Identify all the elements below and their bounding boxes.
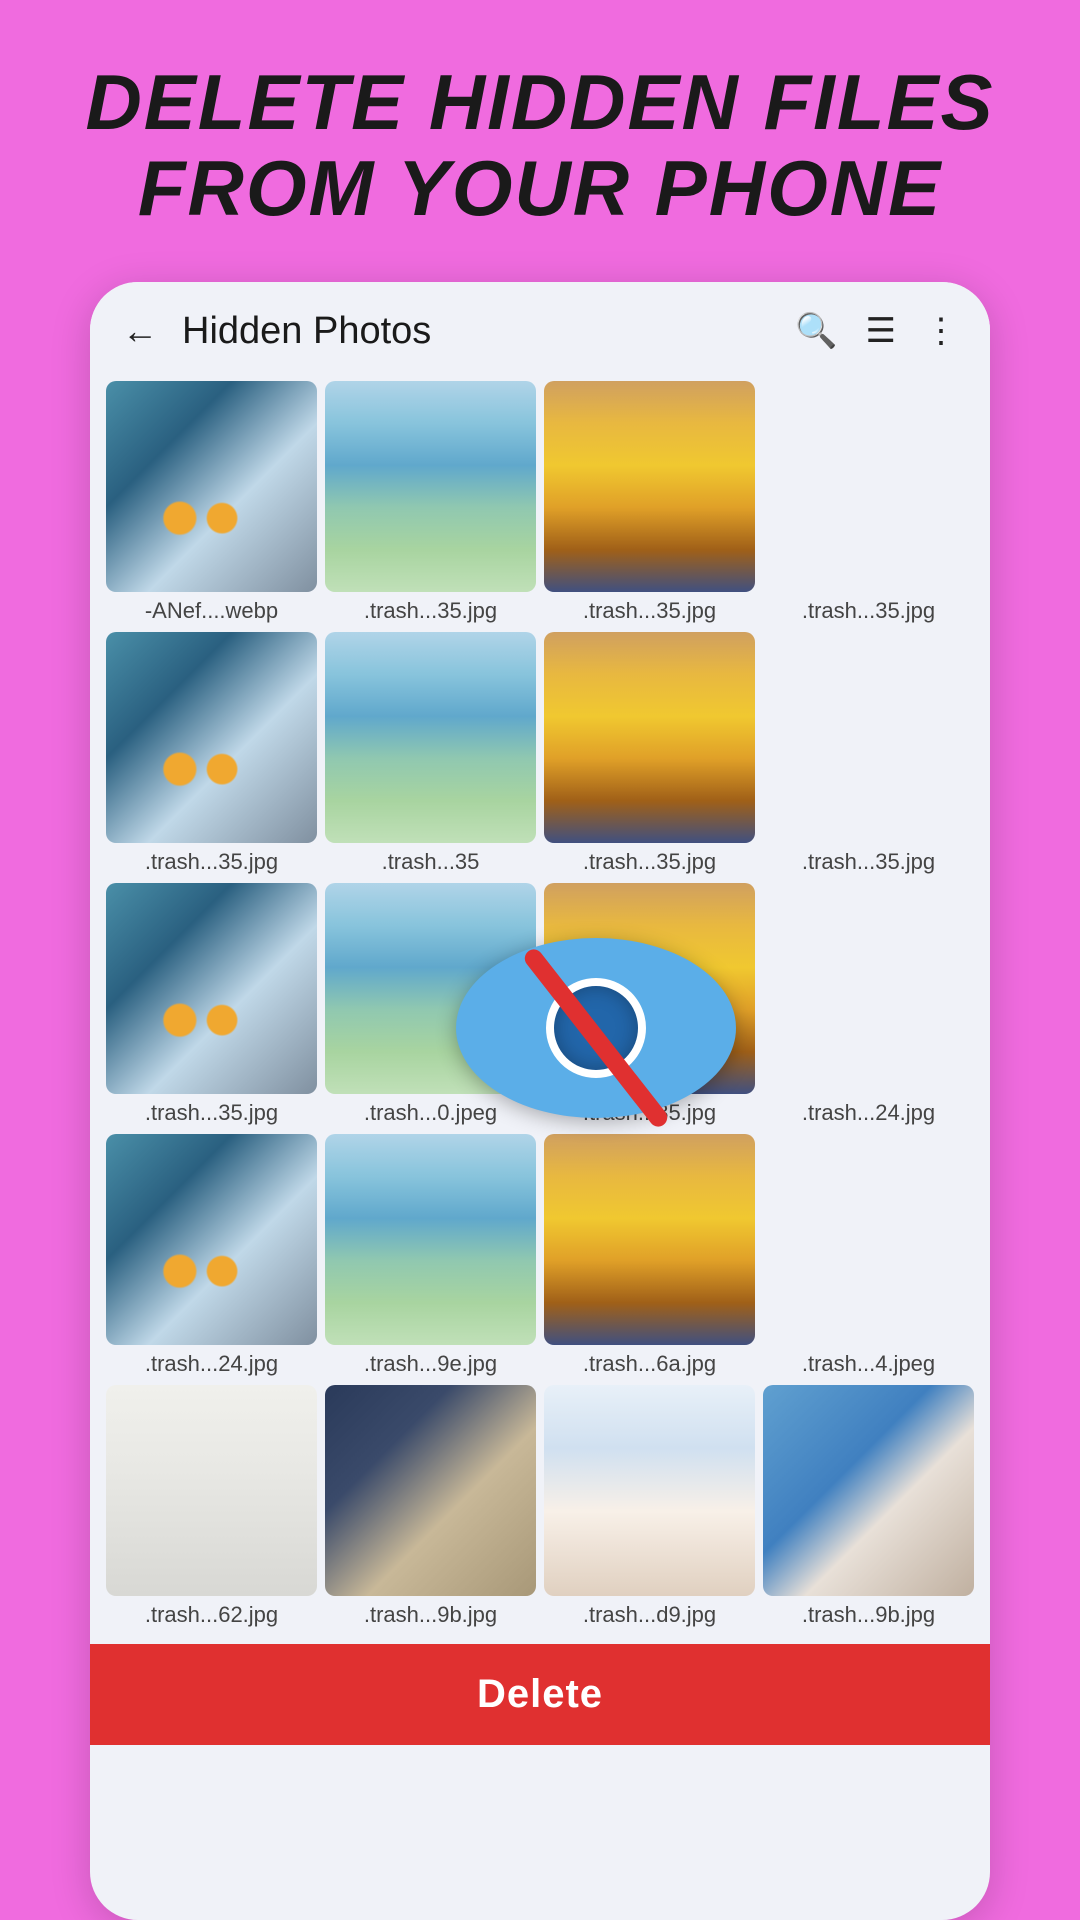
photo-thumbnail (544, 1385, 755, 1596)
back-button[interactable]: ← (122, 310, 158, 352)
photo-thumbnail (325, 632, 536, 843)
list-item[interactable]: .trash...35.jpg (763, 632, 974, 875)
photo-filename: .trash...35.jpg (106, 1100, 317, 1126)
header-actions: 🔍 ☰ ⋮ (795, 311, 958, 351)
photo-thumbnail (106, 883, 317, 1094)
photo-filename: .trash...35.jpg (325, 598, 536, 624)
list-item[interactable]: .trash...35.jpg (544, 381, 755, 624)
photo-thumbnail (763, 632, 974, 843)
photo-filename: .trash...0.jpeg (325, 1100, 536, 1126)
photo-filename: .trash...4.jpeg (763, 1351, 974, 1377)
photo-thumbnail (763, 1385, 974, 1596)
list-item[interactable]: .trash...d9.jpg (544, 1385, 755, 1628)
list-item[interactable]: .trash...4.jpeg (763, 1134, 974, 1377)
photo-filename: .trash...9e.jpg (325, 1351, 536, 1377)
photo-thumbnail (325, 883, 536, 1094)
photo-filename: .trash...6a.jpg (544, 1351, 755, 1377)
list-item[interactable]: .trash...24.jpg (763, 883, 974, 1126)
photo-thumbnail (544, 632, 755, 843)
photo-filename: .trash...35.jpg (763, 598, 974, 624)
photo-filename: .trash...24.jpg (106, 1351, 317, 1377)
photo-thumbnail (763, 883, 974, 1094)
photo-filename: .trash...35 (325, 849, 536, 875)
phone-card: ← Hidden Photos 🔍 ☰ ⋮ -ANef....webp .tras… (90, 282, 990, 1920)
photo-filename: .trash...24.jpg (763, 1100, 974, 1126)
photo-thumbnail (106, 1134, 317, 1345)
headline: DELETE HIDDEN FILES FROM YOUR PHONE (25, 0, 1054, 282)
photo-thumbnail (544, 381, 755, 592)
photo-filename: .trash...9b.jpg (763, 1602, 974, 1628)
delete-bar[interactable]: Delete (90, 1644, 990, 1745)
photo-filename: .trash...35.jpg (106, 849, 317, 875)
search-icon[interactable]: 🔍 (795, 311, 837, 351)
list-item[interactable]: .trash...9b.jpg (325, 1385, 536, 1628)
list-item[interactable]: .trash...0.jpeg (325, 883, 536, 1126)
list-item[interactable]: .trash...35.jpg (763, 381, 974, 624)
photo-grid: -ANef....webp .trash...35.jpg .trash...35.… (90, 373, 990, 1644)
list-item[interactable]: .trash...9b.jpg (763, 1385, 974, 1628)
photo-filename: .trash...35.jpg (544, 849, 755, 875)
list-item[interactable]: .trash...62.jpg (106, 1385, 317, 1628)
list-item[interactable]: .trash...24.jpg (106, 1134, 317, 1377)
photo-thumbnail (763, 1134, 974, 1345)
photo-thumbnail (106, 632, 317, 843)
list-item[interactable]: .trash...35 (325, 632, 536, 875)
photo-filename: .trash...35.jpg (544, 598, 755, 624)
photo-filename: -ANef....webp (106, 598, 317, 624)
photo-filename: .trash...35.jpg (763, 849, 974, 875)
list-item[interactable]: .trash...35.jpg (106, 632, 317, 875)
screen-title: Hidden Photos (182, 310, 779, 353)
list-item[interactable]: .trash...35.jpg (544, 883, 755, 1126)
photo-filename: .trash...62.jpg (106, 1602, 317, 1628)
delete-label: Delete (477, 1672, 603, 1716)
list-item[interactable]: .trash...6a.jpg (544, 1134, 755, 1377)
photo-thumbnail (106, 1385, 317, 1596)
photo-thumbnail (325, 1134, 536, 1345)
photo-filename: .trash...9b.jpg (325, 1602, 536, 1628)
photo-thumbnail (325, 1385, 536, 1596)
photo-thumbnail (763, 381, 974, 592)
photo-thumbnail (106, 381, 317, 592)
photo-thumbnail (544, 883, 755, 1094)
list-item[interactable]: .trash...35.jpg (106, 883, 317, 1126)
photo-filename: .trash...35.jpg (544, 1100, 755, 1126)
app-header: ← Hidden Photos 🔍 ☰ ⋮ (90, 282, 990, 373)
photo-thumbnail (544, 1134, 755, 1345)
list-item[interactable]: .trash...35.jpg (544, 632, 755, 875)
more-icon[interactable]: ⋮ (924, 311, 958, 351)
photo-thumbnail (325, 381, 536, 592)
list-item[interactable]: .trash...9e.jpg (325, 1134, 536, 1377)
sort-icon[interactable]: ☰ (866, 311, 896, 351)
photo-filename: .trash...d9.jpg (544, 1602, 755, 1628)
list-item[interactable]: -ANef....webp (106, 381, 317, 624)
list-item[interactable]: .trash...35.jpg (325, 381, 536, 624)
